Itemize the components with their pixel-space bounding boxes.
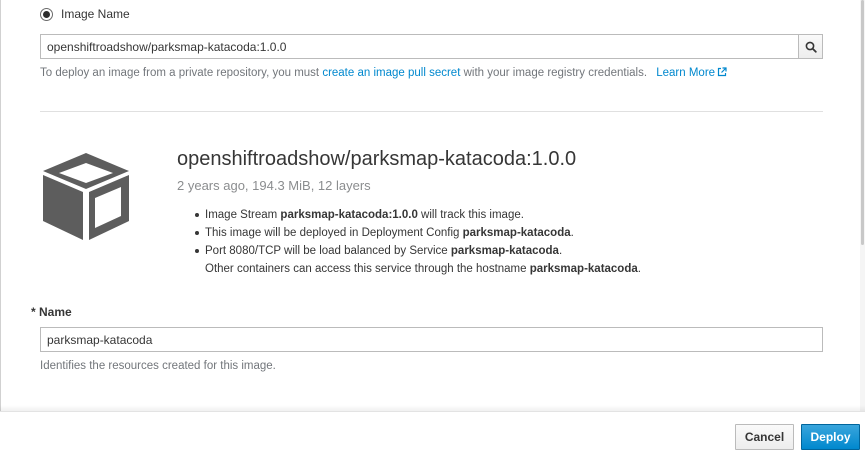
- name-input[interactable]: [40, 327, 823, 352]
- help-suffix: with your image registry credentials.: [460, 67, 648, 79]
- image-name-radio-row[interactable]: Image Name: [40, 7, 130, 21]
- scrollbar[interactable]: [860, 0, 865, 411]
- image-name-radio-label[interactable]: Image Name: [61, 7, 130, 21]
- name-field-label: * Name: [31, 305, 72, 319]
- image-meta: 2 years ago, 194.3 MiB, 12 layers: [177, 178, 371, 193]
- list-item: This image will be deployed in Deploymen…: [195, 224, 641, 242]
- list-item: Port 8080/TCP will be load balanced by S…: [195, 242, 641, 260]
- help-prefix: To deploy an image from a private reposi…: [40, 67, 323, 79]
- cancel-button[interactable]: Cancel: [735, 424, 794, 450]
- image-details-list: Image Stream parksmap-katacoda:1.0.0 wil…: [195, 206, 641, 278]
- learn-more-label[interactable]: Learn More: [656, 67, 715, 79]
- create-pull-secret-link[interactable]: create an image pull secret: [322, 67, 460, 79]
- image-name-radio[interactable]: [40, 7, 53, 21]
- private-repo-help: To deploy an image from a private reposi…: [40, 67, 727, 79]
- modal-footer: Cancel Deploy: [0, 411, 865, 451]
- image-name-input[interactable]: [40, 34, 798, 59]
- scrollbar-thumb[interactable]: [861, 0, 864, 245]
- deploy-button[interactable]: Deploy: [801, 424, 860, 450]
- section-divider: [40, 111, 823, 112]
- image-search-button[interactable]: [798, 34, 823, 59]
- image-search-group: [40, 34, 823, 59]
- image-title: openshiftroadshow/parksmap-katacoda:1.0.…: [177, 148, 577, 170]
- list-item: Other containers can access this service…: [205, 263, 641, 275]
- cube-icon: [43, 153, 129, 240]
- name-field-help: Identifies the resources created for thi…: [40, 360, 276, 372]
- deploy-image-panel: Image Name To deploy an image from a pri…: [0, 0, 865, 411]
- radio-selected-dot: [43, 10, 50, 18]
- search-icon: [805, 41, 817, 53]
- learn-more-link[interactable]: Learn More: [656, 67, 727, 79]
- external-link-icon: [717, 67, 727, 77]
- list-item: Image Stream parksmap-katacoda:1.0.0 wil…: [195, 206, 641, 224]
